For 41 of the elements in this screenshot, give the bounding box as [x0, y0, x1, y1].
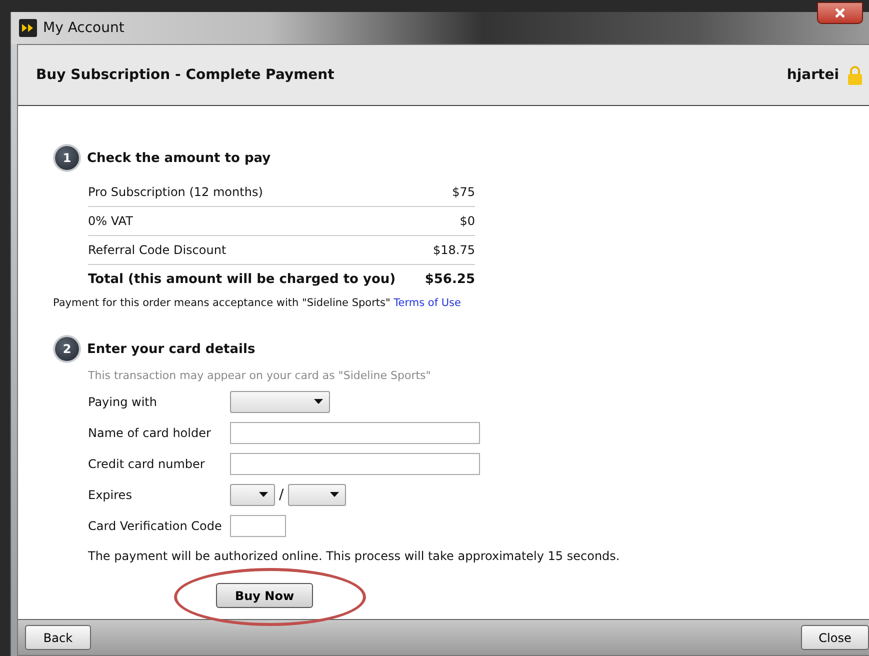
close-button[interactable]	[817, 2, 863, 24]
app-logo-icon	[19, 19, 37, 37]
line-label: Referral Code Discount	[88, 243, 226, 257]
caret-icon	[314, 399, 323, 404]
input-field[interactable]	[230, 514, 286, 536]
user-name: hjartei	[786, 67, 839, 83]
input-field[interactable]	[230, 422, 480, 444]
line-amount: $18.75	[433, 243, 475, 257]
lock-icon	[847, 65, 863, 85]
info-text: The payment will be authorized online. This process will take approximately 15 seconds.	[88, 549, 621, 563]
line-amount: $56.25	[424, 272, 475, 286]
year-dropdown[interactable]	[288, 484, 346, 506]
close-button[interactable]: Close	[801, 625, 869, 650]
input-field[interactable]	[230, 452, 480, 474]
field-label: Paying with	[88, 394, 158, 408]
caret-icon	[330, 492, 339, 497]
step-number: 2	[55, 337, 79, 361]
field-label: Name of card holder	[88, 426, 212, 440]
caret-icon	[259, 492, 268, 497]
separator: /	[279, 486, 284, 502]
line-label: Pro Subscription (12 months)	[88, 185, 263, 199]
page-title: Buy Subscription - Complete Payment	[36, 67, 334, 83]
line-label: 0% VAT	[88, 214, 133, 228]
field-label: Expires	[88, 488, 133, 502]
field-label: Card Verification Code	[88, 518, 223, 532]
paying-with-dropdown[interactable]	[230, 390, 330, 412]
field-label: Credit card number	[88, 456, 206, 470]
window-title: My Account	[43, 20, 124, 36]
step-number: 1	[55, 146, 79, 170]
terms-text: Payment for this order means acceptance with "Sideline Sports"	[53, 297, 390, 309]
back-button[interactable]: Back	[25, 625, 91, 650]
month-dropdown[interactable]	[230, 484, 275, 506]
buy-now-button[interactable]: Buy Now	[216, 583, 313, 608]
step-title: Enter your card details	[87, 342, 256, 356]
line-amount: $0	[460, 214, 475, 228]
transaction-note: This transaction may appear on your card as "Sideline Sports"	[88, 369, 432, 382]
terms-link[interactable]: Terms of Use	[394, 297, 461, 309]
close-icon	[835, 8, 845, 18]
line-label: Total (this amount will be charged to you)	[88, 272, 396, 286]
line-amount: $75	[452, 185, 475, 199]
step-title: Check the amount to pay	[87, 150, 271, 166]
